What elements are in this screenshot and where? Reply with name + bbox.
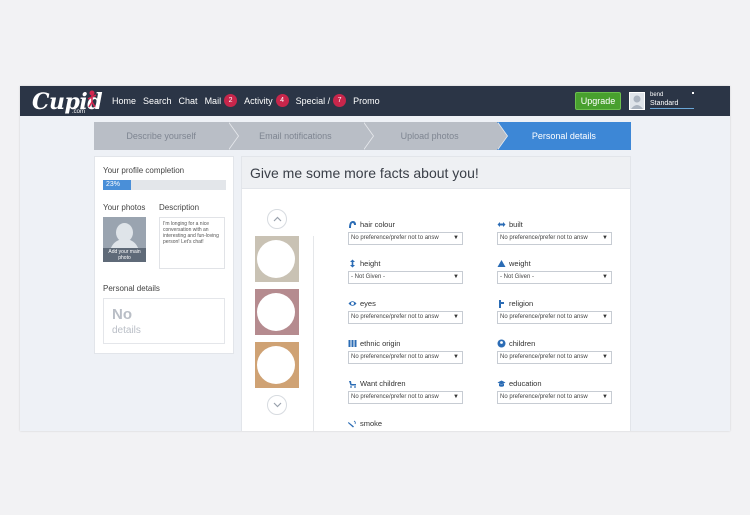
photos-scroll-down-button[interactable] (267, 395, 287, 415)
user-menu-caret-icon[interactable] (692, 92, 694, 94)
add-photo-label: Add your main photo (103, 248, 146, 262)
religion-select[interactable]: No preference/prefer not to answ ▼ (497, 311, 612, 324)
step-upload-photos[interactable]: Upload photos (362, 122, 508, 150)
photos-scroll-up-button[interactable] (267, 209, 287, 229)
eyes-select[interactable]: No preference/prefer not to answ ▼ (348, 311, 463, 324)
nav-activity[interactable]: Activity 4 (244, 94, 289, 107)
built-field: built No preference/prefer not to answ ▼ (497, 219, 615, 245)
nav-promo[interactable]: Promo (353, 94, 380, 107)
page-title: Give me some more facts about you! (242, 157, 630, 189)
children-select[interactable]: No preference/prefer not to answ ▼ (497, 351, 612, 364)
hair-icon (349, 220, 356, 228)
weight-field: weight - Not Given - ▼ (497, 258, 615, 284)
step-personal-details[interactable]: Personal details (496, 122, 631, 150)
special-count-badge: 7 (333, 94, 347, 107)
eye-icon (348, 300, 357, 306)
education-icon (497, 380, 506, 387)
select-caret-icon: ▼ (602, 314, 608, 320)
select-caret-icon: ▼ (453, 235, 459, 241)
add-main-photo-button[interactable]: Add your main photo (103, 217, 146, 262)
religion-icon (499, 299, 504, 308)
profile-sidebar: Your profile completion 23% Your photos … (94, 156, 234, 354)
nav-home[interactable]: Home (112, 94, 136, 107)
ethnic-origin-select[interactable]: No preference/prefer not to answ ▼ (348, 351, 463, 364)
logo-suffix: .com (72, 109, 86, 115)
eyes-field: eyes No preference/prefer not to answ ▼ (348, 298, 466, 324)
built-select[interactable]: No preference/prefer not to answ ▼ (497, 232, 612, 245)
activity-count-badge: 4 (275, 94, 289, 107)
step-describe-yourself[interactable]: Describe yourself (94, 122, 240, 150)
no-details-small: details (112, 325, 141, 336)
nav-special[interactable]: Special /7 (296, 94, 347, 107)
user-membership-level: Standard (650, 100, 694, 109)
personal-facts-panel: Give me some more facts about you! hair … (241, 156, 631, 431)
height-field: height - Not Given - ▼ (348, 258, 466, 284)
nav-chat[interactable]: Chat (179, 94, 198, 107)
hair-colour-select[interactable]: No preference/prefer not to answ ▼ (348, 232, 463, 245)
user-avatar[interactable] (629, 92, 645, 110)
smoke-icon (348, 420, 356, 427)
chevron-up-icon (273, 216, 282, 222)
app-window: Cupid .com Home Search Chat Mail 2 Activi… (20, 86, 730, 431)
select-caret-icon: ▼ (602, 394, 608, 400)
select-caret-icon: ▼ (453, 354, 459, 360)
height-icon (350, 259, 355, 267)
profile-completion-bar: 23% (103, 180, 226, 190)
upgrade-button[interactable]: Upgrade (575, 92, 621, 110)
description-label: Description (159, 203, 200, 212)
photo-thumbnail[interactable] (255, 236, 299, 282)
education-field: education No preference/prefer not to an… (497, 378, 615, 404)
mail-count-badge: 2 (224, 94, 238, 107)
cupid-figure-icon (87, 90, 97, 108)
religion-field: religion No preference/prefer not to ans… (497, 298, 615, 324)
hair-colour-field: hair colour No preference/prefer not to … (348, 219, 466, 245)
nav-mail[interactable]: Mail 2 (205, 94, 238, 107)
built-icon (497, 221, 506, 227)
select-caret-icon: ▼ (453, 274, 459, 280)
step-email-notifications[interactable]: Email notifications (228, 122, 374, 150)
description-text[interactable]: I'm longing for a nice conversation with… (159, 217, 225, 269)
children-icon (497, 339, 506, 347)
select-caret-icon: ▼ (602, 354, 608, 360)
personal-details-box: No details (103, 298, 225, 344)
ethnic-origin-field: ethnic origin No preference/prefer not t… (348, 338, 466, 364)
chevron-down-icon (273, 402, 282, 408)
photo-thumbnail[interactable] (255, 289, 299, 335)
ethnic-icon (348, 339, 357, 347)
no-details-big: No (112, 306, 132, 323)
weight-icon (497, 259, 506, 267)
weight-select[interactable]: - Not Given - ▼ (497, 271, 612, 284)
main-nav: Home Search Chat Mail 2 Activity 4 Special… (112, 94, 387, 107)
profile-completion-value: 23% (103, 180, 132, 190)
select-caret-icon: ▼ (602, 235, 608, 241)
children-field: children No preference/prefer not to ans… (497, 338, 615, 364)
photo-thumbnail[interactable] (255, 342, 299, 388)
select-caret-icon: ▼ (602, 274, 608, 280)
user-name[interactable]: bend (650, 92, 663, 98)
want-children-icon (349, 380, 356, 388)
height-select[interactable]: - Not Given - ▼ (348, 271, 463, 284)
education-select[interactable]: No preference/prefer not to answ ▼ (497, 391, 612, 404)
profile-completion-label: Your profile completion (103, 166, 185, 175)
step-wizard: Describe yourself Email notifications Up… (94, 122, 631, 150)
top-nav: Cupid .com Home Search Chat Mail 2 Activi… (20, 86, 730, 116)
want-children-field: Want children No preference/prefer not t… (348, 378, 466, 404)
photos-label: Your photos (103, 203, 146, 212)
select-caret-icon: ▼ (453, 394, 459, 400)
user-silhouette-icon (631, 95, 643, 109)
smoke-field: smoke (348, 418, 466, 428)
personal-details-label: Personal details (103, 284, 160, 293)
nav-search[interactable]: Search (143, 94, 172, 107)
want-children-select[interactable]: No preference/prefer not to answ ▼ (348, 391, 463, 404)
select-caret-icon: ▼ (453, 314, 459, 320)
